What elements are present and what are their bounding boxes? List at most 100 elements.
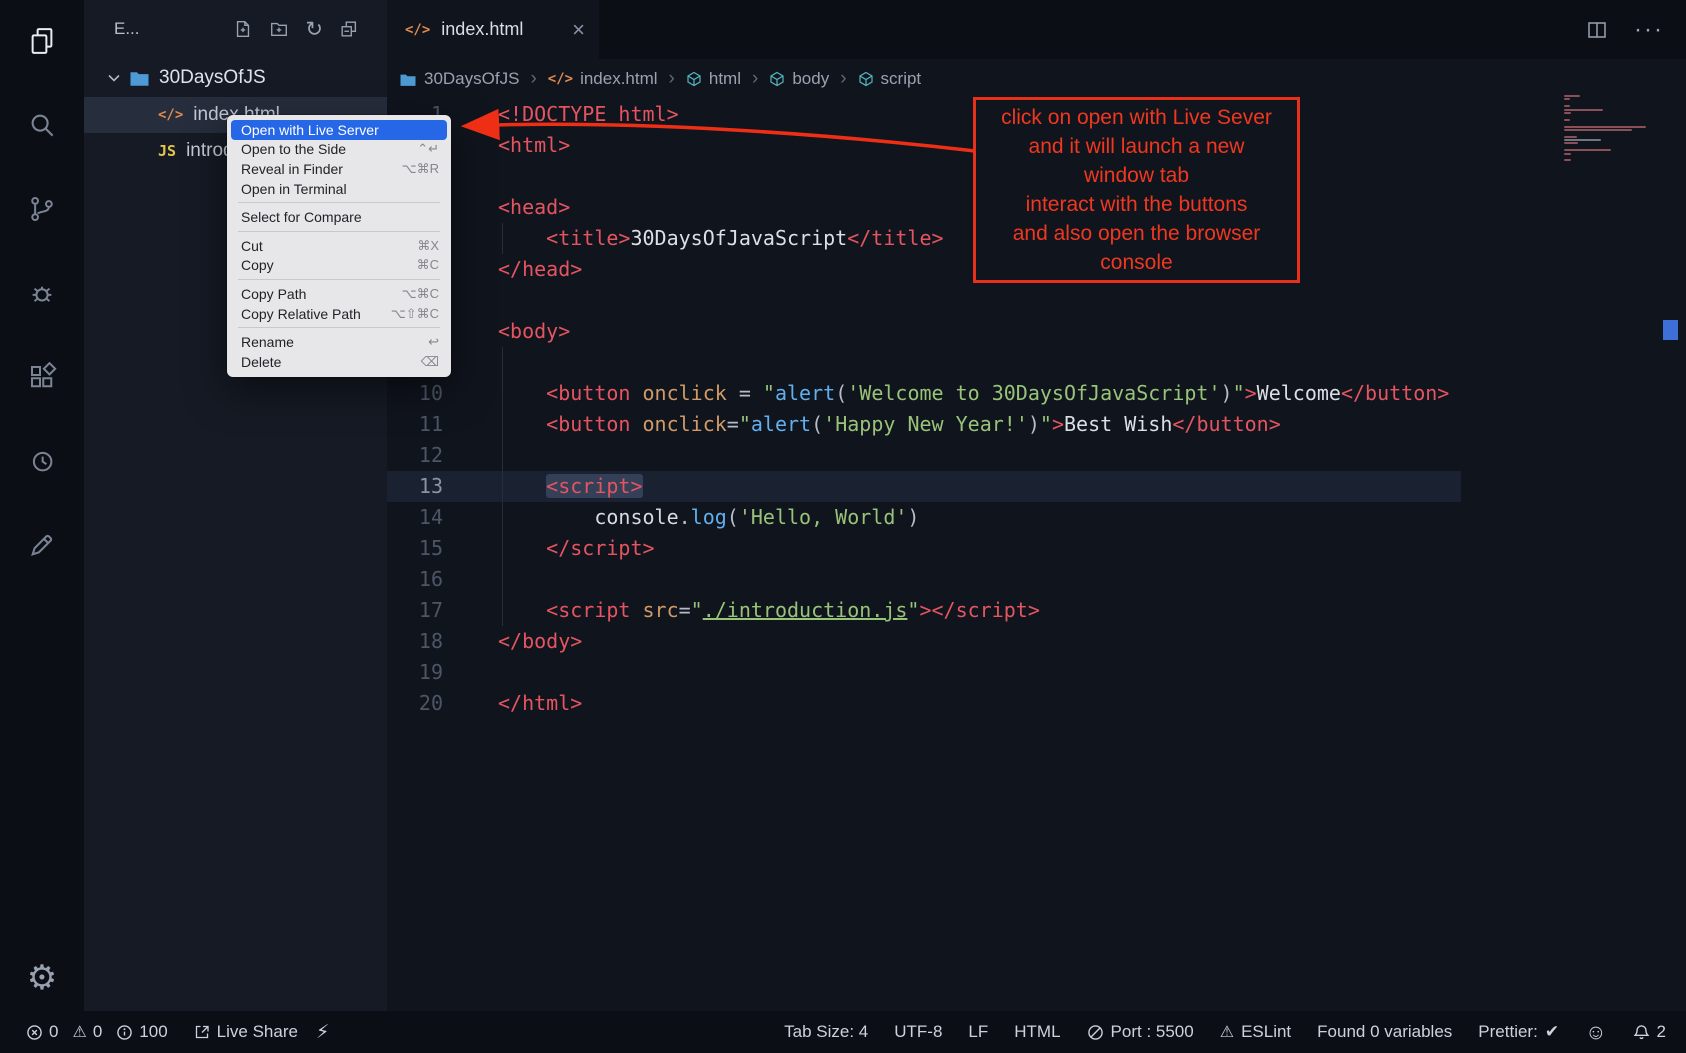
port-indicator[interactable]: Port : 5500	[1087, 1022, 1194, 1042]
check-icon: ✔	[1545, 1022, 1559, 1042]
line-number: 16	[387, 564, 443, 595]
tab-bar: </> index.html × ···	[387, 0, 1686, 59]
history-icon[interactable]	[25, 444, 59, 478]
eol-indicator[interactable]: LF	[968, 1022, 988, 1042]
code-text: console.log('Hello, World')	[498, 502, 919, 533]
new-file-icon[interactable]	[233, 19, 253, 39]
menu-item-copy-relative-path[interactable]: Copy Relative Path⌥⇧⌘C	[227, 304, 451, 324]
code-line-15[interactable]: 15 </script>	[387, 533, 1686, 564]
html-code-icon: </>	[405, 22, 430, 38]
problems-button[interactable]: 0 ⚠ 0 100	[26, 1022, 176, 1042]
pen-icon[interactable]	[25, 528, 59, 562]
run-debug-icon[interactable]	[25, 276, 59, 310]
activity-bar: ⚙	[0, 0, 84, 1011]
line-number: 15	[387, 533, 443, 564]
folder-name: 30DaysOfJS	[159, 67, 266, 89]
close-tab-icon[interactable]: ×	[572, 19, 585, 41]
code-line-17[interactable]: 17 <script src="./introduction.js"></scr…	[387, 595, 1686, 626]
breadcrumb-item-body[interactable]: body	[769, 69, 829, 89]
explorer-header-row: E... ↻	[84, 0, 387, 58]
code-line-16[interactable]: 16	[387, 564, 1686, 595]
indent-guide	[502, 223, 503, 254]
line-number: 10	[387, 378, 443, 409]
menu-item-rename[interactable]: Rename↩	[227, 332, 451, 352]
feedback-smiley-icon[interactable]: ☺	[1585, 1022, 1606, 1043]
minimap[interactable]	[1564, 95, 1654, 163]
code-icon: </>	[548, 71, 573, 87]
chevron-down-icon	[108, 74, 120, 82]
new-folder-icon[interactable]	[269, 19, 289, 39]
folder-row-30daysofjs[interactable]: 30DaysOfJS	[84, 58, 387, 97]
line-number: 17	[387, 595, 443, 626]
extensions-icon[interactable]	[25, 360, 59, 394]
variables-indicator[interactable]: Found 0 variables	[1317, 1022, 1452, 1042]
html-code-icon: </>	[158, 107, 183, 123]
split-editor-icon[interactable]	[1586, 19, 1608, 41]
folder-icon	[129, 69, 150, 87]
menu-separator	[238, 231, 440, 232]
eslint-indicator[interactable]: ⚠ ESLint	[1220, 1022, 1291, 1042]
encoding-indicator[interactable]: UTF-8	[894, 1022, 942, 1042]
code-line-20[interactable]: 20 </html>	[387, 688, 1686, 719]
tab-index-html[interactable]: </> index.html ×	[387, 0, 599, 59]
code-text: </script>	[498, 533, 655, 564]
refresh-icon[interactable]: ↻	[305, 19, 323, 40]
code-line-8[interactable]: 8<body>	[387, 316, 1686, 347]
symbol-icon	[858, 71, 874, 87]
menu-separator	[238, 279, 440, 280]
menu-item-open-to-the-side[interactable]: Open to the Side⌃↵	[227, 140, 451, 160]
code-line-18[interactable]: 18 </body>	[387, 626, 1686, 657]
info-icon	[116, 1024, 133, 1041]
chevron-right-icon: ›	[750, 68, 760, 90]
collapse-all-icon[interactable]	[339, 19, 359, 39]
breadcrumb-item-script[interactable]: script	[858, 69, 922, 89]
code-line-7[interactable]: 7	[387, 285, 1686, 316]
warning-icon: ⚠	[72, 1022, 86, 1042]
circle-slash-icon	[1087, 1024, 1104, 1041]
lightning-icon[interactable]: ⚡	[316, 1021, 329, 1044]
menu-item-delete[interactable]: Delete⌫	[227, 352, 451, 372]
code-text: </body>	[498, 626, 582, 657]
code-line-9[interactable]: 9	[387, 347, 1686, 378]
line-number: 14	[387, 502, 443, 533]
menu-item-open-in-terminal[interactable]: Open in Terminal	[227, 179, 451, 199]
menu-item-select-for-compare[interactable]: Select for Compare	[227, 207, 451, 227]
chevron-right-icon: ›	[667, 68, 677, 90]
language-indicator[interactable]: HTML	[1014, 1022, 1060, 1042]
breadcrumb-item-file[interactable]: </> index.html	[548, 69, 658, 89]
menu-item-open-with-live-server[interactable]: Open with Live Server	[231, 120, 447, 140]
chevron-right-icon: ›	[528, 68, 538, 90]
line-number: 20	[387, 688, 443, 719]
breadcrumb-item-html[interactable]: html	[686, 69, 741, 89]
code-text: </html>	[498, 688, 582, 719]
code-line-14[interactable]: 14 console.log('Hello, World')	[387, 502, 1686, 533]
source-control-icon[interactable]	[25, 192, 59, 226]
more-actions-icon[interactable]: ···	[1634, 16, 1664, 44]
notifications-bell[interactable]: 2	[1633, 1022, 1666, 1042]
warning-icon: ⚠	[1220, 1022, 1234, 1042]
menu-item-cut[interactable]: Cut⌘X	[227, 236, 451, 256]
settings-gear-icon[interactable]: ⚙	[25, 961, 59, 995]
menu-item-reveal-in-finder[interactable]: Reveal in Finder⌥⌘R	[227, 159, 451, 179]
menu-item-copy-path[interactable]: Copy Path⌥⌘C	[227, 284, 451, 304]
menu-item-copy[interactable]: Copy⌘C	[227, 256, 451, 276]
bell-icon	[1633, 1024, 1650, 1041]
code-text: <button onclick = "alert('Welcome to 30D…	[498, 378, 1449, 409]
code-line-11[interactable]: 11 <button onclick="alert('Happy New Yea…	[387, 409, 1686, 440]
explorer-icon[interactable]	[25, 24, 59, 58]
code-line-13[interactable]: 13 <script>	[387, 471, 1686, 502]
code-text: <title>30DaysOfJavaScript</title>	[498, 223, 944, 254]
code-line-10[interactable]: 10 <button onclick = "alert('Welcome to …	[387, 378, 1686, 409]
live-share-button[interactable]: Live Share	[194, 1022, 298, 1042]
breadcrumb-item-folder[interactable]: 30DaysOfJS	[399, 69, 519, 89]
code-text: <script src="./introduction.js"></script…	[498, 595, 1040, 626]
prettier-indicator[interactable]: Prettier: ✔	[1478, 1022, 1559, 1042]
explorer-title: E...	[114, 19, 140, 39]
search-icon[interactable]	[25, 108, 59, 142]
line-number: 18	[387, 626, 443, 657]
code-line-12[interactable]: 12	[387, 440, 1686, 471]
code-line-19[interactable]: 19	[387, 657, 1686, 688]
tab-size-indicator[interactable]: Tab Size: 4	[784, 1022, 868, 1042]
line-number: 13	[387, 471, 443, 502]
context-menu: Open with Live Server Open to the Side⌃↵…	[227, 115, 451, 377]
